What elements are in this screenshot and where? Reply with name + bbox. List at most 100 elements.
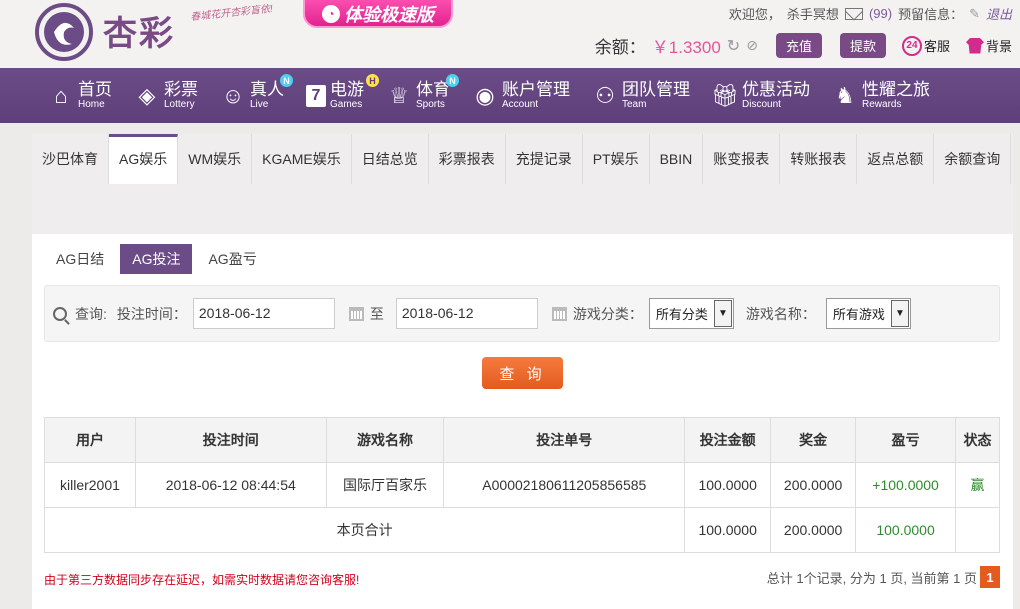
deposit-button[interactable]: 充值: [775, 33, 822, 58]
cell-status: 赢: [955, 462, 1000, 508]
rewards-icon: ♞: [835, 82, 855, 108]
game-name-value: 所有游戏: [832, 307, 885, 322]
col-user: 用户: [44, 417, 136, 463]
page-button-current[interactable]: 1: [980, 566, 1000, 588]
nav-discount[interactable]: 🎁︎ 优惠活动 Discount: [711, 68, 810, 123]
account-icon: ◉: [475, 82, 495, 108]
tab-ag[interactable]: AG娱乐: [109, 134, 179, 184]
nav-games[interactable]: 7 电游 Games H: [306, 68, 379, 123]
bet-time-label: 投注时间：: [116, 305, 187, 322]
category-label: 游戏分类：: [572, 305, 643, 322]
withdraw-button[interactable]: 提款: [839, 33, 886, 58]
game-name-select[interactable]: 所有游戏 ▼: [825, 298, 911, 329]
query-label: 查询:: [75, 305, 107, 322]
nav-rewards[interactable]: ♞ 性耀之旅 Rewards: [832, 68, 930, 123]
tab-deposit-records[interactable]: 充提记录: [505, 134, 583, 184]
subtab-ag-daily[interactable]: AG日结: [44, 244, 116, 274]
hide-eye-icon[interactable]: ⊘: [746, 37, 758, 54]
ag-subtabs: AG日结 AG投注 AG盈亏: [44, 244, 269, 274]
search-icon: [53, 306, 67, 321]
category-value: 所有分类: [655, 307, 708, 322]
new-badge: N: [280, 74, 293, 87]
calendar-icon[interactable]: [348, 306, 364, 321]
mail-count[interactable]: (99): [869, 6, 892, 21]
nav-team[interactable]: ⚇ 团队管理 Team: [592, 68, 690, 123]
hot-badge: H: [366, 74, 379, 87]
chevron-down-icon: ▼: [713, 300, 732, 327]
tab-transfer-report[interactable]: 转账报表: [780, 134, 858, 184]
tab-kgame[interactable]: KGAME娱乐: [252, 134, 352, 184]
subtab-ag-profit[interactable]: AG盈亏: [196, 244, 268, 274]
welcome-bar: 欢迎您， 杀手冥想 (99) 预留信息： ✎ 退出: [729, 4, 1012, 23]
cell-bet-no: A00002180611205856585: [443, 462, 686, 508]
bet-records-table: 用户 投注时间 游戏名称 投注单号 投注金额 奖金 盈亏 状态 killer20…: [43, 417, 1000, 553]
nav-label: 真人: [250, 79, 284, 99]
subtab-ag-bets[interactable]: AG投注: [120, 244, 193, 274]
nav-live[interactable]: ☺ 真人 Live N: [220, 68, 293, 123]
date-to-input[interactable]: 2018-06-12: [395, 298, 538, 329]
mail-icon[interactable]: [844, 7, 863, 20]
nav-sublabel: Rewards: [862, 99, 902, 111]
home-icon: ⌂: [54, 82, 68, 108]
cell-user: killer2001: [44, 462, 136, 508]
date-from-input[interactable]: 2018-06-12: [192, 298, 335, 329]
tab-bbin[interactable]: BBIN: [649, 134, 704, 184]
seven-icon: 7: [306, 84, 326, 107]
service-24-icon: 24: [901, 35, 922, 56]
subtotal-row: 本页合计 100.0000 200.0000 100.0000: [43, 507, 1000, 553]
refresh-icon[interactable]: ↻: [727, 36, 740, 56]
tab-account-change[interactable]: 账变报表: [703, 134, 781, 184]
nav-lottery[interactable]: ◈ 彩票 Lottery: [134, 68, 198, 123]
team-icon: ⚇: [595, 82, 615, 108]
nav-sublabel: Games: [330, 99, 363, 111]
new-badge: N: [446, 74, 459, 87]
tab-pt[interactable]: PT娱乐: [582, 134, 650, 184]
brand-slogan: 春城花开杏彩盲依!: [189, 3, 274, 24]
to-label: 至: [369, 305, 384, 322]
tab-wm[interactable]: WM娱乐: [178, 134, 253, 184]
ticket-icon: ◈: [138, 82, 156, 108]
tab-balance-query[interactable]: 余额查询: [934, 134, 1012, 184]
cell-profit: +100.0000: [855, 462, 957, 508]
nav-home[interactable]: ⌂ 首页 Home: [48, 68, 112, 123]
balance-label: 余额：: [594, 38, 646, 57]
skin-link[interactable]: 背景: [965, 36, 1012, 55]
nav-sublabel: Sports: [416, 99, 445, 111]
nav-label: 优惠活动: [742, 79, 810, 99]
col-bet-time: 投注时间: [134, 417, 327, 463]
report-tabs: 沙巴体育 AG娱乐 WM娱乐 KGAME娱乐 日结总览 彩票报表 充提记录 PT…: [32, 134, 1013, 234]
nav-account[interactable]: ◉ 账户管理 Account: [472, 68, 570, 123]
chevron-down-icon: ▼: [890, 300, 909, 327]
speed-version-button[interactable]: ◔ 体验极速版: [303, 0, 453, 28]
main-nav: ⌂ 首页 Home ◈ 彩票 Lottery ☺ 真人 Live N 7 电游 Game…: [0, 68, 1020, 123]
balance-row: 余额： ￥1.3300 ↻ ⊘ 充值 提款 24 客服 背景: [595, 33, 1012, 58]
nav-sports[interactable]: ♕ 体育 Sports N: [386, 68, 459, 123]
pagination: 总计 1个记录, 分为 1 页, 当前第 1 页 1: [767, 566, 1000, 588]
service-label: 客服: [923, 39, 950, 54]
logout-link[interactable]: 退出: [986, 4, 1012, 23]
logout-icon[interactable]: ✎: [969, 6, 980, 22]
nav-label: 体育: [416, 79, 450, 99]
calendar-icon[interactable]: [551, 306, 567, 321]
logo-icon[interactable]: [32, 2, 97, 62]
speed-version-label: 体验极速版: [344, 5, 434, 25]
nav-label: 团队管理: [622, 79, 690, 99]
cell-bet-time: 2018-06-12 08:44:54: [134, 462, 327, 508]
tab-saba-sports[interactable]: 沙巴体育: [32, 134, 109, 184]
nav-sublabel: Account: [502, 99, 539, 111]
tab-rebate-total[interactable]: 返点总额: [857, 134, 935, 184]
tab-daily-overview[interactable]: 日结总览: [351, 134, 429, 184]
col-status: 状态: [955, 417, 1000, 463]
cell-bet-amount: 100.0000: [684, 462, 772, 508]
nav-label: 性耀之旅: [862, 79, 930, 99]
col-profit: 盈亏: [855, 417, 957, 463]
customer-service-link[interactable]: 24 客服: [901, 35, 950, 56]
nav-sublabel: Discount: [742, 99, 781, 111]
welcome-text: 欢迎您，: [728, 7, 781, 22]
table-row: killer2001 2018-06-12 08:44:54 国际厅百家乐 A0…: [44, 462, 1000, 508]
category-select[interactable]: 所有分类 ▼: [648, 298, 734, 329]
query-button[interactable]: 查 询: [482, 357, 563, 389]
notice-label[interactable]: 预留信息：: [898, 4, 963, 23]
tab-lottery-report[interactable]: 彩票报表: [428, 134, 506, 184]
col-bonus: 奖金: [770, 417, 857, 463]
